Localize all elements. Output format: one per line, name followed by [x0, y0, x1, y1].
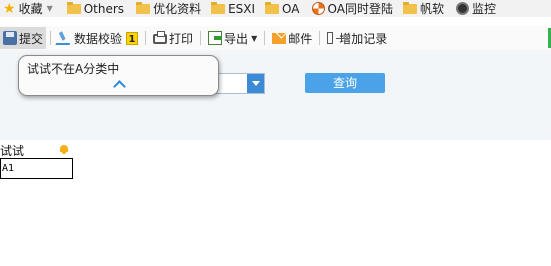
bookmark-others[interactable]: Others — [64, 0, 127, 17]
folder-icon — [265, 2, 280, 14]
chevron-down-icon[interactable]: ▼ — [251, 34, 257, 43]
chevron-up-icon[interactable] — [113, 80, 126, 93]
chevron-down-icon[interactable] — [247, 74, 264, 93]
star-icon: ★ — [3, 0, 16, 17]
folder-icon — [66, 2, 81, 14]
validation-message: 试试不在A分类中 — [27, 62, 120, 76]
folder-icon — [402, 2, 417, 14]
bookmark-label: 帆软 — [419, 2, 444, 16]
add-record-icon — [327, 32, 345, 44]
bookmark-favorites[interactable]: ★ 收藏 ▼ — [0, 0, 56, 17]
print-button[interactable]: 打印 — [150, 27, 196, 49]
print-label: 打印 — [169, 31, 194, 46]
bookmark-label: 监控 — [471, 2, 496, 16]
validation-tooltip: 试试不在A分类中 — [18, 55, 219, 96]
bookmark-label: Others — [83, 1, 125, 16]
toolbar-divider — [319, 31, 321, 45]
field-label: 试试 — [0, 144, 25, 158]
export-label: 导出 — [224, 31, 249, 46]
chevron-down-icon[interactable]: ▼ — [47, 4, 53, 13]
add-record-label: 增加记录 — [339, 31, 388, 46]
save-icon — [3, 31, 17, 45]
field-input[interactable] — [0, 158, 73, 179]
export-icon — [208, 31, 223, 45]
bookmark-label: OA — [282, 1, 300, 16]
mail-icon — [272, 32, 287, 44]
mail-button[interactable]: 邮件 — [269, 27, 315, 49]
bookmark-oa[interactable]: OA — [262, 0, 302, 17]
printer-icon — [153, 31, 168, 44]
monitor-logo-icon — [455, 2, 469, 15]
submit-label: 提交 — [19, 31, 44, 46]
query-button[interactable]: 查询 — [305, 73, 385, 93]
validate-label: 数据校验 — [74, 31, 123, 46]
submit-button[interactable]: 提交 — [0, 27, 47, 49]
bookmark-label: 优化资料 — [153, 2, 202, 16]
validate-count-badge: 1 — [126, 31, 139, 45]
toolbar-divider — [200, 31, 202, 45]
toolbar-divider — [264, 31, 266, 45]
folder-icon — [136, 2, 151, 14]
toolbar-divider — [145, 31, 147, 45]
bookmark-oa-login[interactable]: OA同时登陆 — [309, 0, 396, 17]
export-button[interactable]: 导出 ▼ — [205, 27, 260, 49]
bookmark-favorites-label: 收藏 — [18, 2, 43, 16]
category-combobox[interactable] — [212, 73, 265, 94]
report-toolbar: 提交 数据校验 1 打印 导出 ▼ 邮件 增加记录 — [0, 26, 551, 50]
add-record-button[interactable]: 增加记录 — [324, 27, 390, 49]
bookmark-optimization[interactable]: 优化资料 — [133, 0, 204, 17]
oa-logo-icon — [311, 2, 325, 15]
bookmark-esxi[interactable]: ESXI — [208, 0, 258, 17]
toolbar-divider — [50, 31, 52, 45]
validate-icon — [55, 31, 75, 45]
bell-icon — [60, 145, 68, 154]
folder-icon — [211, 2, 226, 14]
bookmark-fanruan[interactable]: 帆软 — [400, 0, 447, 17]
validate-button[interactable]: 数据校验 1 — [55, 27, 141, 49]
bookmark-label: ESXI — [228, 1, 256, 16]
bookmark-monitor[interactable]: 监控 — [453, 0, 499, 17]
bookmark-label: OA同时登陆 — [327, 2, 393, 16]
bookmarks-bar: ★ 收藏 ▼ Others 优化资料 ESXI OA OA同时登陆 帆软 监控 — [0, 0, 551, 17]
mail-label: 邮件 — [288, 31, 313, 46]
